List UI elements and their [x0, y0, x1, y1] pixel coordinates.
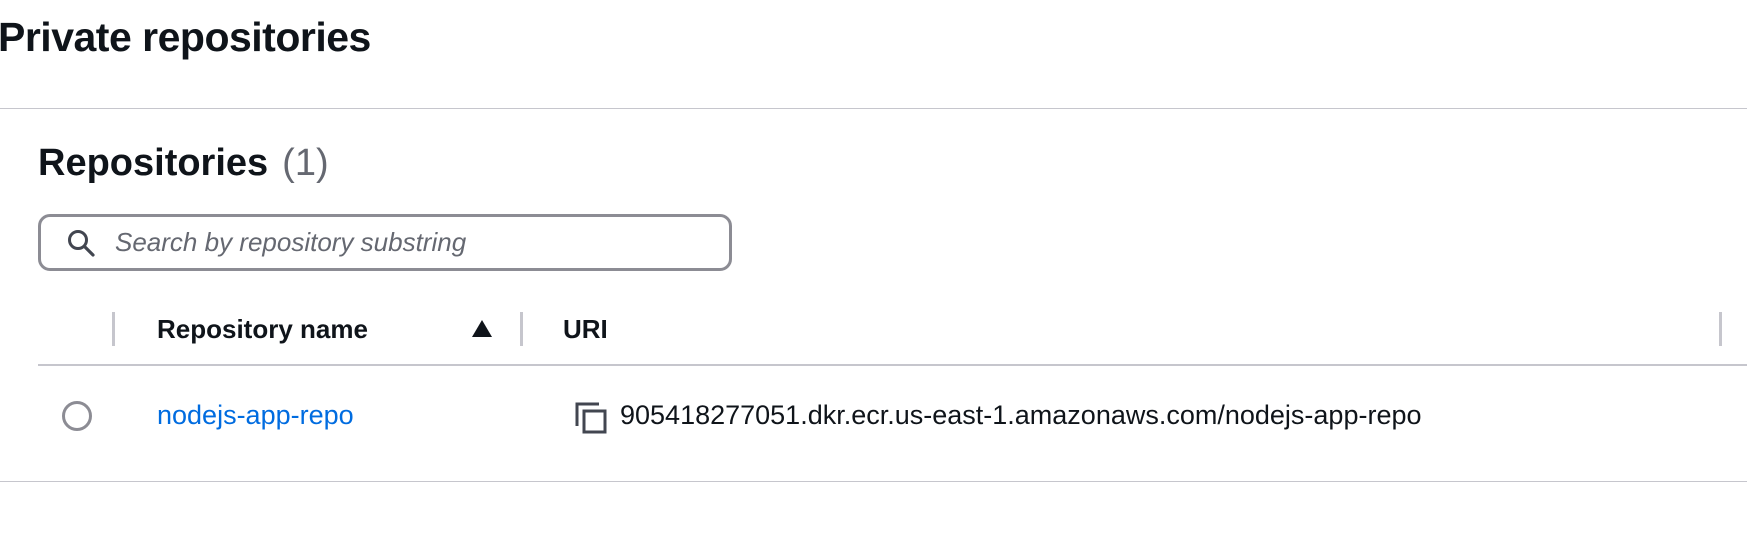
- sort-ascending-icon[interactable]: [470, 318, 494, 340]
- search-input[interactable]: [113, 226, 697, 259]
- repository-uri: 905418277051.dkr.ecr.us-east-1.amazonaws…: [620, 400, 1422, 430]
- search-box[interactable]: [38, 214, 732, 271]
- search-icon: [63, 225, 99, 261]
- column-separator[interactable]: [520, 312, 523, 346]
- repositories-header: Repositories (1): [38, 142, 329, 185]
- copy-icon[interactable]: [573, 400, 609, 436]
- column-header-repository-name[interactable]: Repository name: [157, 312, 368, 346]
- repositories-count: (1): [282, 142, 329, 184]
- ecr-private-repositories-page: Private repositories Repositories (1) Re…: [0, 0, 1747, 535]
- row-select-radio[interactable]: [62, 401, 92, 431]
- column-header-uri[interactable]: URI: [563, 312, 608, 346]
- repositories-title: Repositories: [38, 142, 269, 184]
- table-header-divider: [38, 364, 1747, 366]
- page-title: Private repositories: [0, 14, 371, 60]
- repository-name-link[interactable]: nodejs-app-repo: [157, 400, 354, 431]
- column-separator: [112, 312, 115, 346]
- column-separator[interactable]: [1719, 312, 1722, 346]
